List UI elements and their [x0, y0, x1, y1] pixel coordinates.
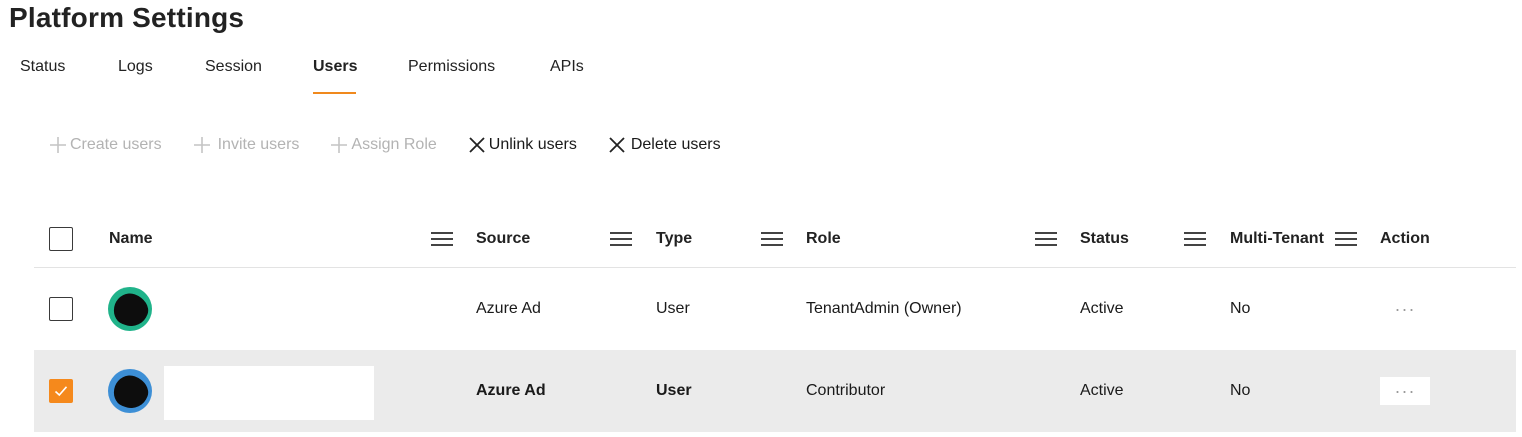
avatar-cell [108, 350, 152, 432]
avatar-cell [108, 268, 152, 350]
delete-users-button[interactable]: Delete users [607, 135, 721, 155]
role-cell: Contributor [806, 382, 886, 399]
table-header: Name Source Type Role Status Multi-Tenan… [34, 210, 1516, 268]
source-cell: Azure Ad [476, 382, 546, 399]
assign-role-button[interactable]: Assign Role [329, 135, 437, 155]
avatar [108, 369, 152, 413]
row-select-cell [49, 350, 73, 432]
select-all-checkbox[interactable] [49, 226, 73, 251]
multi-tenant-cell: No [1230, 382, 1251, 399]
plus-icon [48, 135, 68, 155]
source-column-menu-icon[interactable] [610, 231, 632, 246]
multi-tenant-cell: No [1230, 300, 1251, 317]
users-table: Name Source Type Role Status Multi-Tenan… [34, 210, 1516, 432]
invite-users-button[interactable]: Invite users [192, 135, 300, 155]
role-cell: TenantAdmin (Owner) [806, 300, 962, 317]
tab-users[interactable]: Users [313, 56, 357, 94]
source-cell: Azure Ad [476, 300, 541, 317]
invite-users-label: Invite users [217, 136, 300, 153]
close-icon [467, 135, 487, 155]
column-header-source[interactable]: Source [476, 210, 530, 267]
status-cell: Active [1080, 382, 1124, 399]
role-column-menu-icon[interactable] [1035, 231, 1057, 246]
column-header-action: Action [1380, 229, 1430, 247]
tab-permissions[interactable]: Permissions [408, 56, 550, 94]
type-cell: User [656, 300, 690, 317]
tab-apis[interactable]: APIs [550, 56, 590, 94]
avatar [108, 287, 152, 331]
more-actions-button[interactable]: ··· [1380, 295, 1430, 323]
tab-logs[interactable]: Logs [118, 56, 205, 94]
row-checkbox-checked[interactable] [49, 379, 73, 403]
select-all-cell [49, 210, 73, 267]
plus-icon [329, 135, 349, 155]
checkmark-icon [54, 386, 68, 397]
close-icon [607, 135, 627, 155]
column-header-role[interactable]: Role [806, 210, 841, 267]
tab-session[interactable]: Session [205, 56, 313, 94]
table-row[interactable]: Azure Ad User Contributor Active No ··· [34, 350, 1516, 432]
type-cell: User [656, 382, 692, 399]
column-header-status[interactable]: Status [1080, 210, 1129, 267]
page-title: Platform Settings [9, 2, 245, 33]
column-header-type[interactable]: Type [656, 210, 692, 267]
assign-role-label: Assign Role [351, 136, 437, 153]
redacted-name [164, 366, 374, 420]
column-header-multi-tenant[interactable]: Multi-Tenant [1230, 210, 1324, 267]
create-users-button[interactable]: Create users [48, 135, 162, 155]
action-cell: ··· [1380, 268, 1430, 350]
tab-bar: Status Logs Session Users Permissions AP… [20, 56, 590, 96]
unlink-users-button[interactable]: Unlink users [467, 135, 577, 155]
status-column-menu-icon[interactable] [1184, 231, 1206, 246]
delete-users-label: Delete users [630, 136, 721, 153]
row-checkbox[interactable] [49, 297, 73, 321]
create-users-label: Create users [70, 136, 162, 153]
action-cell: ··· [1380, 350, 1430, 432]
more-actions-button[interactable]: ··· [1380, 377, 1430, 405]
column-header-name[interactable]: Name [109, 210, 153, 267]
type-column-menu-icon[interactable] [761, 231, 783, 246]
name-column-menu-icon[interactable] [431, 231, 453, 246]
tab-status[interactable]: Status [20, 56, 118, 94]
unlink-users-label: Unlink users [488, 136, 577, 153]
status-cell: Active [1080, 300, 1124, 317]
users-toolbar: Create users Invite users Assign Role Un… [48, 133, 721, 157]
table-row[interactable]: Azure Ad User TenantAdmin (Owner) Active… [34, 268, 1516, 350]
row-select-cell [49, 268, 73, 350]
plus-icon [192, 135, 212, 155]
multi-tenant-column-menu-icon[interactable] [1335, 231, 1357, 246]
